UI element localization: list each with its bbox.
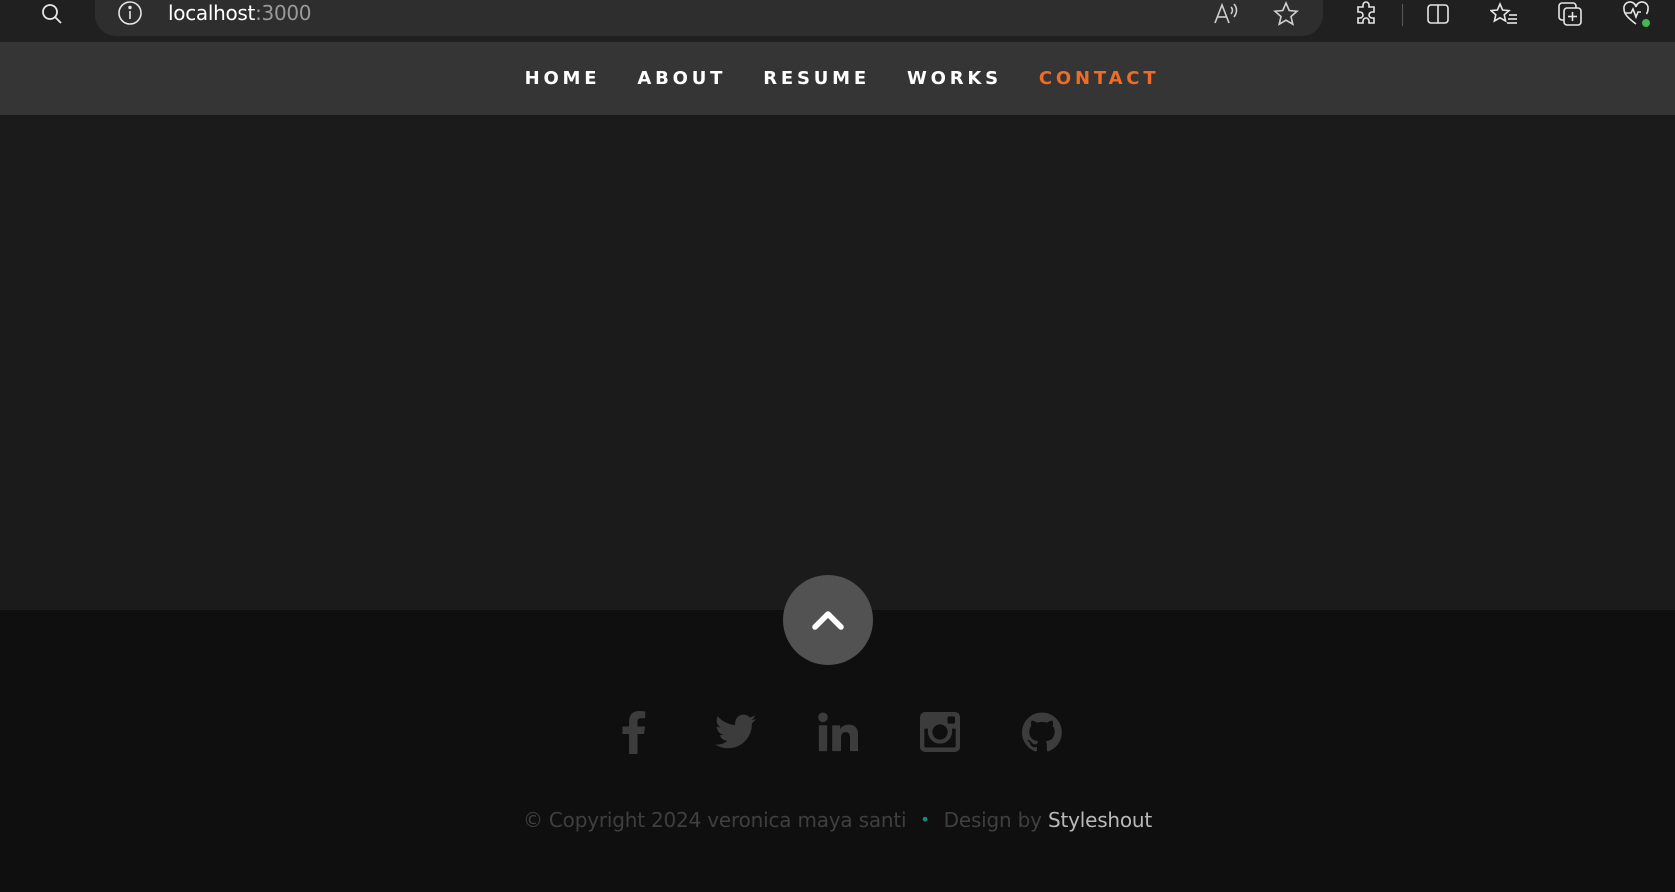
nav-item-home: HOME — [505, 42, 618, 115]
social-item-facebook[interactable] — [583, 705, 685, 759]
search-icon[interactable] — [34, 0, 70, 31]
go-to-top-button[interactable] — [783, 575, 873, 665]
github-icon — [1021, 712, 1062, 752]
read-aloud-icon[interactable] — [1208, 0, 1244, 31]
site-navigation: HOME ABOUT RESUME WORKS CONTACT — [0, 42, 1675, 115]
address-bar[interactable]: localhost:3000 — [95, 0, 1323, 36]
nav-link-home[interactable]: HOME — [505, 42, 618, 115]
nav-link-works[interactable]: WORKS — [887, 42, 1019, 115]
address-port: :3000 — [255, 1, 312, 25]
nav-link-about[interactable]: ABOUT — [617, 42, 743, 115]
address-host: localhost — [168, 1, 256, 25]
extensions-icon[interactable] — [1348, 0, 1384, 31]
social-item-linkedin[interactable] — [787, 705, 889, 759]
nav-item-about: ABOUT — [617, 42, 743, 115]
facebook-icon — [622, 711, 645, 754]
copyright-line: © Copyright 2024 veronica maya santi • Des… — [0, 808, 1675, 832]
social-item-instagram[interactable] — [889, 705, 991, 759]
styleshout-link[interactable]: Styleshout — [1048, 808, 1152, 832]
info-icon[interactable] — [117, 0, 143, 31]
instagram-icon — [919, 712, 960, 752]
social-links — [0, 705, 1675, 759]
nav-item-contact: CONTACT — [1019, 42, 1176, 115]
split-screen-icon[interactable] — [1420, 0, 1456, 31]
chevron-up-icon — [812, 611, 844, 630]
footer-separator: • — [920, 810, 930, 829]
toolbar-divider — [1402, 4, 1403, 26]
nav-list: HOME ABOUT RESUME WORKS CONTACT — [499, 42, 1177, 115]
copyright-text: © Copyright 2024 veronica maya santi — [522, 808, 907, 832]
design-by-text: Design by — [943, 808, 1048, 832]
address-url[interactable]: localhost:3000 — [168, 1, 312, 25]
contact-section — [0, 115, 1675, 610]
social-item-github[interactable] — [991, 705, 1093, 759]
nav-link-resume[interactable]: RESUME — [743, 42, 887, 115]
browser-health-icon[interactable] — [1618, 0, 1654, 31]
twitter-icon — [714, 714, 756, 749]
linkedin-icon — [817, 712, 858, 752]
favorites-icon[interactable] — [1486, 0, 1522, 31]
browser-toolbar: localhost:3000 — [0, 0, 1675, 42]
health-status-badge — [1641, 18, 1651, 28]
nav-item-works: WORKS — [887, 42, 1019, 115]
nav-link-contact[interactable]: CONTACT — [1019, 42, 1176, 115]
social-item-twitter[interactable] — [685, 705, 787, 759]
favorite-star-icon[interactable] — [1268, 0, 1304, 31]
collections-icon[interactable] — [1552, 0, 1588, 31]
nav-item-resume: RESUME — [743, 42, 887, 115]
